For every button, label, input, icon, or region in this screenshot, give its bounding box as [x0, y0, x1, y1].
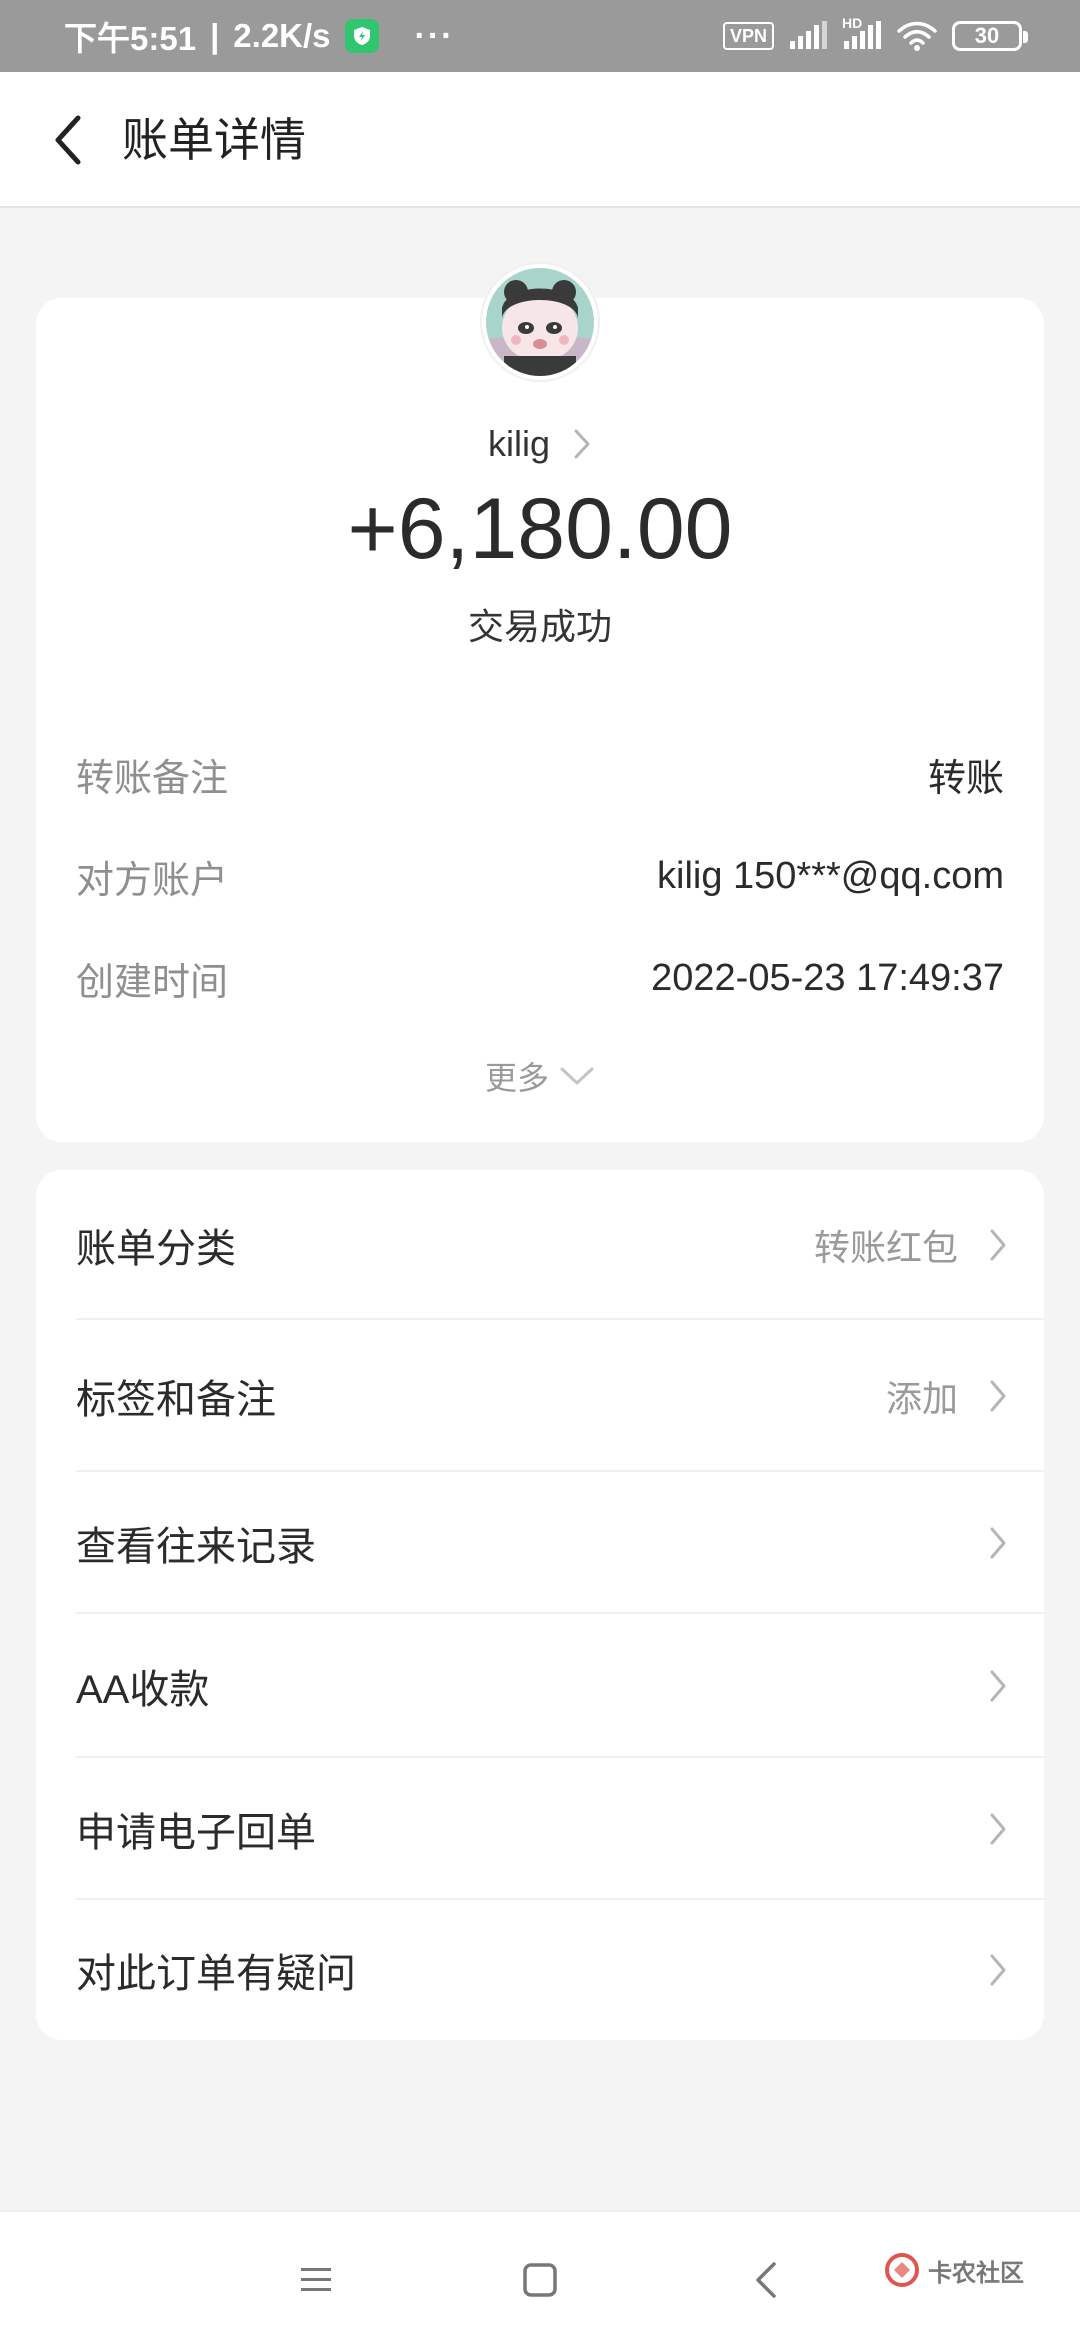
- menu-item-right: 添加: [886, 1370, 1008, 1422]
- chevron-right-icon: [990, 1380, 1006, 1412]
- chevron-right-icon: [990, 1670, 1006, 1702]
- wifi-icon: [897, 21, 937, 51]
- detail-label: 创建时间: [76, 961, 229, 1004]
- hd-signal: HD: [842, 15, 882, 51]
- menu-item-order-question[interactable]: 对此订单有疑问: [36, 1900, 1044, 2040]
- menu-item-right: [988, 1668, 1008, 1704]
- detail-value: 2022-05-23 17:49:37: [651, 956, 1004, 999]
- counterparty-link[interactable]: kilig: [0, 416, 1080, 472]
- shield-icon: [344, 19, 379, 53]
- menu-item-aa-collection[interactable]: AA收款: [36, 1614, 1044, 1758]
- menu-item-label: 申请电子回单: [76, 1811, 316, 1855]
- menu-item-right: [988, 1525, 1008, 1561]
- watermark-logo-icon: [885, 2253, 919, 2287]
- menu-item-value: 添加: [885, 1378, 958, 1419]
- detail-row-remark: 转账备注 转账: [76, 744, 1004, 804]
- hd-label: HD: [842, 15, 863, 31]
- avatar[interactable]: [482, 264, 598, 380]
- menu-item-label: 账单分类: [76, 1227, 236, 1271]
- network-speed: 2.2K/s: [233, 17, 331, 54]
- menu-item-e-receipt[interactable]: 申请电子回单: [36, 1758, 1044, 1900]
- nav-menu-button[interactable]: [288, 2252, 344, 2308]
- status-separator: |: [210, 17, 220, 54]
- transaction-status: 交易成功: [467, 606, 612, 647]
- chevron-down-icon: [560, 1067, 594, 1085]
- signal-icon: [790, 21, 827, 49]
- panda-avatar-icon: [486, 268, 594, 376]
- triangle-back-icon: [756, 2262, 776, 2298]
- battery-indicator: 30: [952, 21, 1028, 51]
- status-bar: 下午5:51 | 2.2K/s ··· VPN HD 30: [0, 0, 1080, 72]
- status-time: 下午5:51: [64, 20, 197, 57]
- transaction-amount: +6,180.00: [347, 481, 733, 577]
- watermark-name: 卡农社区: [928, 2259, 1024, 2287]
- more-toggle[interactable]: 更多: [0, 1050, 1080, 1102]
- more-notifications-icon: ···: [414, 16, 455, 55]
- back-button[interactable]: [36, 108, 100, 172]
- detail-row-account: 对方账户 kilig 150***@qq.com: [76, 846, 1004, 906]
- menu-item-tags-notes[interactable]: 标签和备注 添加: [36, 1320, 1044, 1472]
- menu-item-bill-category[interactable]: 账单分类 转账红包: [36, 1170, 1044, 1320]
- chevron-right-icon: [574, 429, 590, 459]
- detail-label: 转账备注: [76, 757, 229, 800]
- detail-value: 转账: [927, 757, 1004, 800]
- menu-item-label: 对此订单有疑问: [76, 1952, 356, 1996]
- status-left: 下午5:51 | 2.2K/s ···: [64, 0, 455, 72]
- detail-label: 对方账户: [76, 859, 229, 902]
- chevron-right-icon: [990, 1954, 1006, 1986]
- chevron-right-icon: [990, 1229, 1006, 1261]
- chevron-left-icon: [55, 115, 81, 165]
- menu-item-label: AA收款: [76, 1668, 210, 1712]
- menu-item-label: 查看往来记录: [76, 1525, 316, 1569]
- menu-item-label: 标签和备注: [76, 1378, 276, 1422]
- menu-icon: [301, 2268, 331, 2291]
- page-title: 账单详情: [122, 114, 306, 166]
- menu-item-right: [988, 1811, 1008, 1847]
- nav-home-button[interactable]: [512, 2252, 568, 2308]
- chevron-right-icon: [990, 1813, 1006, 1845]
- menu-item-history[interactable]: 查看往来记录: [36, 1472, 1044, 1614]
- app-header: 账单详情: [0, 72, 1080, 208]
- system-nav-bar: 卡农社区: [0, 2210, 1080, 2340]
- nav-back-button[interactable]: [738, 2252, 794, 2308]
- counterparty-name: kilig: [487, 423, 550, 464]
- menu-item-right: [988, 1952, 1008, 1988]
- vpn-badge: VPN: [722, 22, 774, 50]
- detail-value: kilig 150***@qq.com: [657, 854, 1004, 897]
- more-label: 更多: [484, 1060, 549, 1096]
- status-right: VPN HD 30: [722, 0, 1028, 72]
- square-icon: [523, 2263, 557, 2297]
- watermark: 卡农社区: [884, 2252, 1024, 2288]
- chevron-right-icon: [990, 1527, 1006, 1559]
- detail-row-created-time: 创建时间 2022-05-23 17:49:37: [76, 948, 1004, 1008]
- menu-item-value: 转账红包: [813, 1227, 958, 1268]
- bill-options-card: 账单分类 转账红包 标签和备注 添加 查看往来记录 AA收款 申请电子回单 对此…: [36, 1170, 1044, 2040]
- menu-item-right: 转账红包: [814, 1219, 1008, 1271]
